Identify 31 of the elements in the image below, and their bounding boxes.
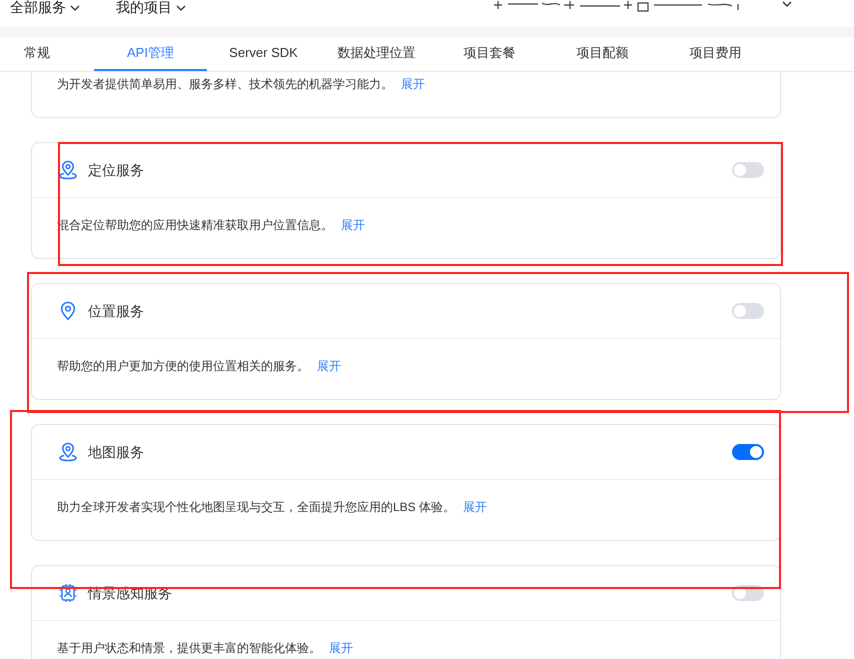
tab[interactable]: 项目配额 <box>546 37 659 71</box>
expand-link[interactable]: 展开 <box>463 500 488 514</box>
location-pin-icon <box>59 301 77 321</box>
chevron-down-icon <box>70 4 80 10</box>
expand-link[interactable]: 展开 <box>401 77 425 91</box>
service-description: 为开发者提供简单易用、服务多样、技术领先的机器学习能力。 展开 <box>57 76 426 93</box>
expand-link[interactable]: 展开 <box>341 218 365 232</box>
service-description: 基于用户状态和情景，提供更丰富的智能化体验。 展开 <box>57 640 354 657</box>
expand-link[interactable]: 展开 <box>329 641 353 655</box>
service-description: 助力全球开发者实现个性化地图呈现与交互，全面提升您应用的LBS 体验。 展开 <box>57 499 488 516</box>
tab[interactable]: Server SDK <box>207 37 320 71</box>
map-pin-icon <box>58 160 78 180</box>
service-title: 位置服务 <box>88 302 144 320</box>
toggle-switch[interactable] <box>732 162 764 178</box>
tab[interactable]: 数据处理位置 <box>320 37 433 71</box>
service-title: 定位服务 <box>88 160 144 180</box>
person-chip-icon <box>58 583 78 603</box>
chevron-down-icon <box>176 4 186 10</box>
top-menu[interactable]: 我的项目 <box>116 0 172 18</box>
chevron-down-icon <box>782 1 792 7</box>
tab[interactable]: 项目套餐 <box>433 37 546 71</box>
toggle-switch[interactable] <box>732 444 764 460</box>
tab[interactable]: 常规 <box>0 37 94 71</box>
expand-link[interactable]: 展开 <box>317 359 341 373</box>
map-pin-icon <box>58 442 78 462</box>
tab[interactable]: API管理 <box>94 37 207 71</box>
service-description: 帮助您的用户更加方便的使用位置相关的服务。 展开 <box>57 358 342 375</box>
service-title: 地图服务 <box>88 442 144 462</box>
tab[interactable]: 项目费用 <box>659 37 772 71</box>
toggle-switch[interactable] <box>732 303 764 319</box>
top-menu[interactable]: 全部服务 <box>10 0 66 18</box>
